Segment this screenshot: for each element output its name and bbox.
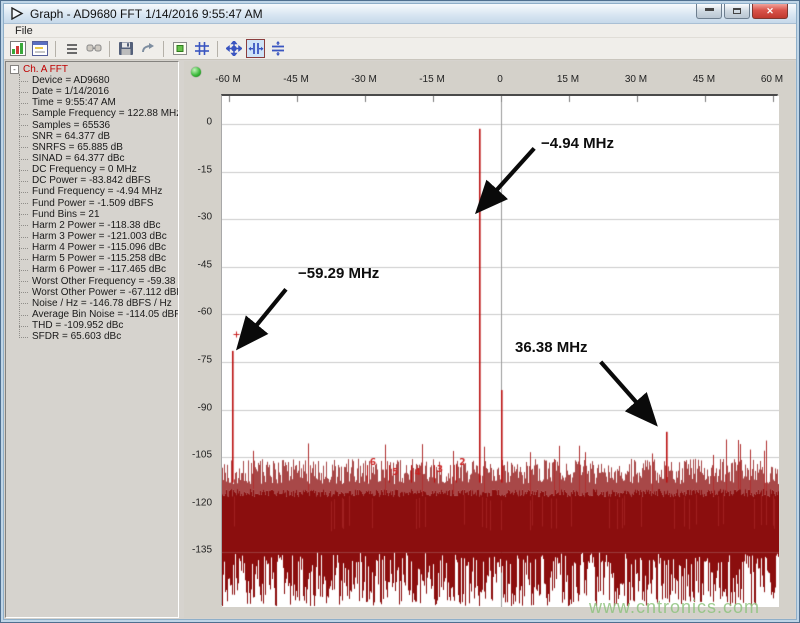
tree-root[interactable]: - Ch. A FFT xyxy=(10,64,178,75)
x-tick-label: 60 M xyxy=(761,74,783,85)
y-tick-label: -60 xyxy=(198,307,212,318)
toggle-markers-icon xyxy=(172,41,188,56)
chart-panel: -60 M -45 M -30 M -15 M 0 15 M 30 M 45 M 60 M 0 -… xyxy=(184,61,795,618)
watermark: www.cntronics.com xyxy=(589,597,760,618)
y-tick-label: -120 xyxy=(192,497,212,508)
annotation-spur-36mhz: 36.38 MHz xyxy=(515,339,588,356)
toggle-markers-button[interactable] xyxy=(170,39,189,58)
fit-all-icon xyxy=(226,41,242,56)
data-lines-button[interactable] xyxy=(62,39,81,58)
minimize-icon xyxy=(705,8,714,11)
tree-item[interactable]: Noise / Hz = -146.78 dBFS / Hz xyxy=(10,298,178,309)
window-title: Graph - AD9680 FFT 1/14/2016 9:55:47 AM xyxy=(30,7,263,21)
y-tick-label: -105 xyxy=(192,450,212,461)
close-icon: ✕ xyxy=(766,6,774,17)
close-button[interactable]: ✕ xyxy=(752,4,788,19)
toolbar xyxy=(4,38,796,60)
tree-item-list: Device = AD9680Date = 1/14/2016Time = 9:… xyxy=(10,75,178,342)
y-tick-label: -90 xyxy=(198,402,212,413)
main-content: - Ch. A FFT Device = AD9680Date = 1/14/2… xyxy=(4,60,796,619)
labels-button[interactable] xyxy=(84,39,103,58)
menu-file[interactable]: File xyxy=(10,25,38,37)
tree-item[interactable]: Time = 9:55:47 AM xyxy=(10,97,178,108)
tree-item[interactable]: SINAD = 64.377 dBc xyxy=(10,153,178,164)
annotation-worst-spur: −59.29 MHz xyxy=(298,265,379,282)
toolbar-separator xyxy=(217,41,218,57)
fit-x-icon xyxy=(248,41,264,56)
fft-plot-canvas[interactable] xyxy=(222,96,779,607)
tree-item[interactable]: SNRFS = 65.885 dB xyxy=(10,142,178,153)
window-inner: Graph - AD9680 FFT 1/14/2016 9:55:47 AM … xyxy=(3,3,797,620)
save-icon xyxy=(118,41,134,56)
tree-item[interactable]: Harm 5 Power = -115.258 dBc xyxy=(10,253,178,264)
y-axis-labels: 0 -15 -30 -45 -60 -75 -90 -105 -120 -135 xyxy=(184,94,217,605)
tree-item[interactable]: Harm 2 Power = -118.38 dBc xyxy=(10,220,178,231)
x-tick-label: -15 M xyxy=(419,74,445,85)
fit-y-icon xyxy=(270,41,286,56)
tree-item[interactable]: Harm 6 Power = -117.465 dBc xyxy=(10,264,178,275)
tree-item[interactable]: Samples = 65536 xyxy=(10,120,178,131)
y-tick-label: -75 xyxy=(198,354,212,365)
y-tick-label: -45 xyxy=(198,259,212,270)
tree-item[interactable]: Date = 1/14/2016 xyxy=(10,86,178,97)
x-tick-label: -60 M xyxy=(215,74,241,85)
properties-form-icon xyxy=(32,41,48,56)
status-indicator-icon xyxy=(191,67,201,77)
graph-image-button[interactable] xyxy=(8,39,27,58)
y-tick-label: -135 xyxy=(192,545,212,556)
tree-item[interactable]: Fund Frequency = -4.94 MHz xyxy=(10,186,178,197)
x-tick-label: -45 M xyxy=(283,74,309,85)
y-tick-label: -30 xyxy=(198,212,212,223)
tree-item[interactable]: SNR = 64.377 dB xyxy=(10,131,178,142)
toggle-grid-icon xyxy=(194,41,210,56)
tree-root-label: Ch. A FFT xyxy=(23,64,68,75)
app-icon xyxy=(10,7,25,20)
tree-item[interactable]: Harm 4 Power = -115.096 dBc xyxy=(10,242,178,253)
graph-image-icon xyxy=(10,41,26,56)
fft-plot[interactable] xyxy=(221,94,778,605)
save-button[interactable] xyxy=(116,39,135,58)
fit-y-button[interactable] xyxy=(268,39,287,58)
y-tick-label: 0 xyxy=(206,117,212,128)
tree-item[interactable]: Worst Other Frequency = -59.38 MHz xyxy=(10,276,178,287)
collapse-icon[interactable]: - xyxy=(10,65,19,74)
tree-item[interactable]: Device = AD9680 xyxy=(10,75,178,86)
x-tick-label: 15 M xyxy=(557,74,579,85)
fit-all-button[interactable] xyxy=(224,39,243,58)
toolbar-separator xyxy=(163,41,164,57)
minimize-button[interactable] xyxy=(696,4,722,19)
export-button[interactable] xyxy=(138,39,157,58)
y-tick-label: -15 xyxy=(198,164,212,175)
toolbar-separator xyxy=(109,41,110,57)
x-tick-label: 45 M xyxy=(693,74,715,85)
x-tick-label: -30 M xyxy=(351,74,377,85)
tree-item[interactable]: DC Frequency = 0 MHz xyxy=(10,164,178,175)
x-tick-label: 0 xyxy=(497,74,503,85)
properties-form-button[interactable] xyxy=(30,39,49,58)
tree-item[interactable]: Sample Frequency = 122.88 MHz xyxy=(10,108,178,119)
tree-item[interactable]: THD = -109.952 dBc xyxy=(10,320,178,331)
x-tick-label: 30 M xyxy=(625,74,647,85)
toggle-grid-button[interactable] xyxy=(192,39,211,58)
tree-item[interactable]: SFDR = 65.603 dBc xyxy=(10,331,178,342)
app-window: Graph - AD9680 FFT 1/14/2016 9:55:47 AM … xyxy=(0,0,800,623)
maximize-icon xyxy=(733,8,741,14)
labels-icon xyxy=(86,41,102,56)
results-tree-panel: - Ch. A FFT Device = AD9680Date = 1/14/2… xyxy=(5,61,179,618)
window-controls: ✕ xyxy=(696,4,788,19)
tree-item[interactable]: Worst Other Power = -67.112 dBFS xyxy=(10,287,178,298)
tree-item[interactable]: Fund Power = -1.509 dBFS xyxy=(10,198,178,209)
title-bar[interactable]: Graph - AD9680 FFT 1/14/2016 9:55:47 AM … xyxy=(4,4,796,24)
data-lines-icon xyxy=(64,41,80,56)
tree-item[interactable]: Harm 3 Power = -121.003 dBc xyxy=(10,231,178,242)
fit-x-button[interactable] xyxy=(246,39,265,58)
menu-bar: File xyxy=(4,24,796,38)
toolbar-separator xyxy=(55,41,56,57)
export-icon xyxy=(140,41,156,56)
tree-item[interactable]: Fund Bins = 21 xyxy=(10,209,178,220)
maximize-button[interactable] xyxy=(724,4,750,19)
tree-item[interactable]: DC Power = -83.842 dBFS xyxy=(10,175,178,186)
tree-item[interactable]: Average Bin Noise = -114.05 dBFS xyxy=(10,309,178,320)
annotation-fundamental: −4.94 MHz xyxy=(541,135,614,152)
